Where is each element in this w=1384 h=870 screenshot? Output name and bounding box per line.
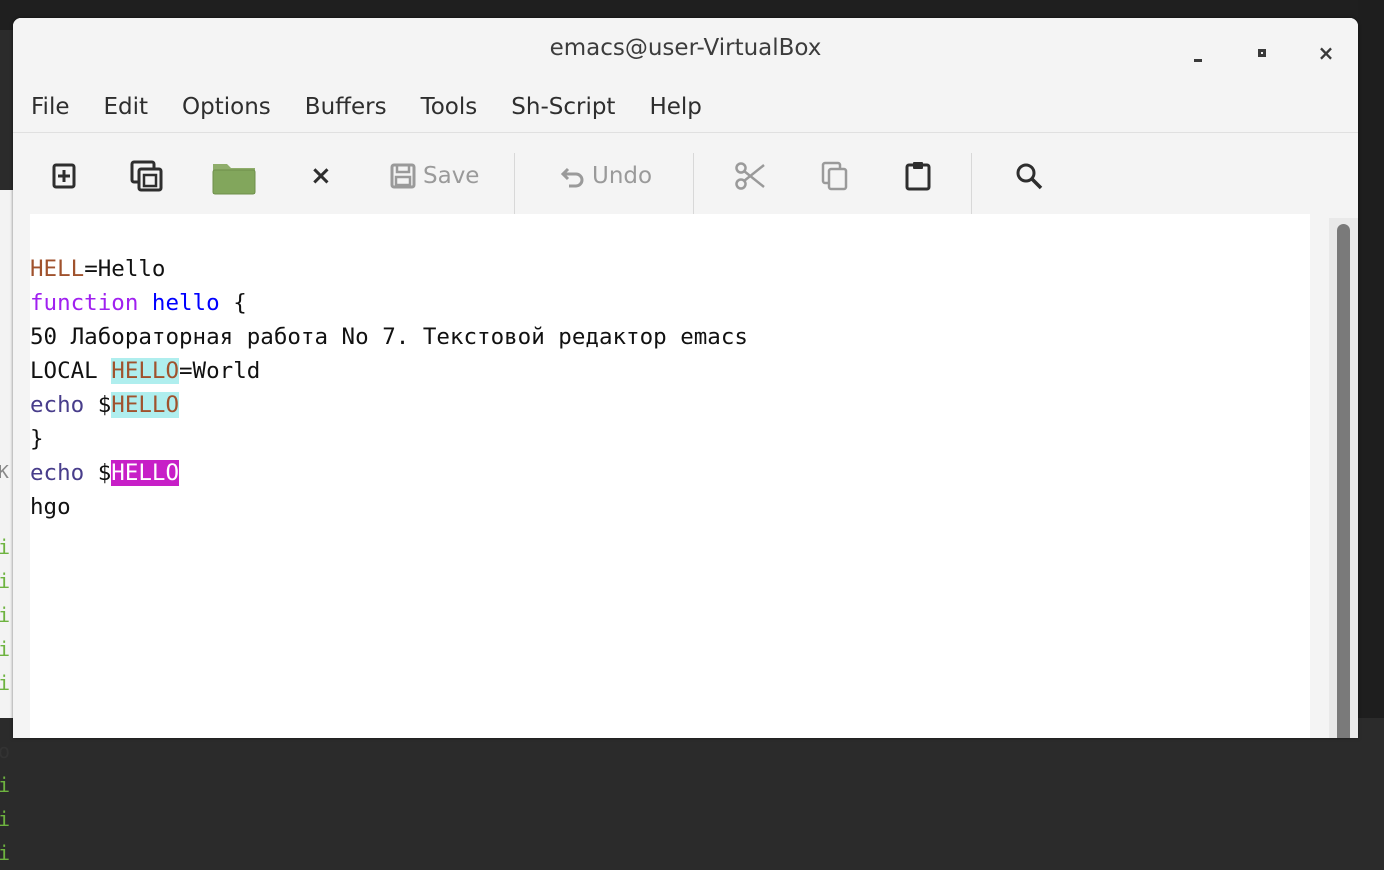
undo-icon: [560, 167, 584, 188]
editor-buffer[interactable]: HELL=Hello function hello {50 Лабораторна…: [30, 214, 1310, 738]
cut-icon: [735, 162, 765, 190]
save-icon: [390, 163, 416, 189]
search-button[interactable]: [1014, 155, 1044, 197]
menu-edit[interactable]: Edit: [87, 84, 166, 130]
code-line: 50 Лабораторная работа No 7. Текстовой р…: [30, 324, 748, 350]
code-line: hgo: [30, 494, 71, 520]
background-window-char: i: [0, 603, 11, 627]
toolbar-separator: [693, 153, 694, 219]
undo-button[interactable]: Undo: [560, 155, 652, 197]
code-token: $: [84, 392, 112, 418]
background-window-char: i: [0, 807, 11, 831]
folder-icon: [212, 164, 256, 195]
code-token: LOCAL: [30, 358, 112, 384]
save-button[interactable]: Save: [389, 155, 479, 197]
code-token: =World: [179, 358, 261, 384]
close-buffer-button[interactable]: ×: [310, 155, 332, 197]
save-label: Save: [423, 163, 480, 189]
toolbar-separator: [514, 153, 515, 219]
background-window-char: K: [0, 462, 9, 483]
code-line: HELL=Hello: [30, 252, 748, 286]
copy-button[interactable]: [820, 155, 850, 197]
background-window-char: i: [0, 637, 11, 661]
menu-sh-script[interactable]: Sh-Script: [494, 84, 632, 130]
search-match-token: HELLO: [111, 460, 180, 486]
close-icon: ×: [310, 161, 332, 191]
code-line: function hello {: [30, 286, 748, 320]
minimize-icon[interactable]: [1183, 38, 1213, 68]
scrollbar-thumb[interactable]: [1337, 224, 1350, 738]
search-icon: [1016, 163, 1043, 190]
window-title: emacs@user-VirtualBox: [549, 35, 822, 61]
new-file-button[interactable]: [49, 155, 79, 197]
menu-help[interactable]: Help: [632, 84, 718, 130]
open-file-button[interactable]: [210, 155, 258, 197]
highlighted-variable-token: HELLO: [111, 392, 180, 418]
background-window-char: o: [0, 739, 11, 763]
menu-options[interactable]: Options: [165, 84, 288, 130]
builtin-token: echo: [30, 460, 85, 486]
menu-tools[interactable]: Tools: [404, 84, 495, 130]
toolbar: × Save Undo: [13, 132, 1358, 219]
code-token: =Hello: [84, 256, 166, 282]
vertical-scrollbar[interactable]: [1329, 218, 1358, 738]
variable-token: HELL: [30, 256, 85, 282]
background-window-char: i: [0, 535, 11, 559]
background-window-char: i: [0, 773, 11, 797]
keyword-token: function: [30, 290, 139, 316]
menu-file[interactable]: File: [13, 84, 87, 130]
new-frame-button[interactable]: [129, 155, 167, 197]
maximize-icon[interactable]: [1247, 38, 1277, 68]
code-line: echo $HELLO: [30, 456, 748, 490]
background-window-char: i: [0, 569, 11, 593]
toolbar-separator: [971, 153, 972, 219]
titlebar[interactable]: emacs@user-VirtualBox ×: [13, 18, 1358, 84]
new-file-icon: [52, 163, 76, 189]
paste-icon: [905, 162, 931, 191]
copy-frame-icon: [130, 160, 163, 192]
copy-icon: [821, 161, 848, 191]
emacs-window[interactable]: emacs@user-VirtualBox × File Edit Option…: [13, 18, 1358, 738]
desktop-right-edge: [1358, 0, 1384, 718]
background-window-char: i: [0, 671, 11, 695]
code-token: {: [219, 290, 247, 316]
paste-button[interactable]: [903, 155, 933, 197]
code-token: $: [84, 460, 112, 486]
menu-buffers[interactable]: Buffers: [288, 84, 404, 130]
buffer-text: HELL=Hello function hello {50 Лабораторна…: [30, 252, 748, 524]
background-window-char: i: [0, 841, 11, 865]
close-window-icon[interactable]: ×: [1311, 38, 1341, 68]
code-line: LOCAL HELLO=World: [30, 354, 748, 388]
undo-label: Undo: [592, 163, 653, 189]
cut-button[interactable]: [734, 155, 766, 197]
code-line: }: [30, 426, 44, 452]
highlighted-variable-token: HELLO: [111, 358, 180, 384]
code-line: echo $HELLO: [30, 388, 748, 422]
function-name-token: hello: [151, 290, 220, 316]
builtin-token: echo: [30, 392, 85, 418]
menubar: File Edit Options Buffers Tools Sh-Scrip…: [13, 84, 1358, 130]
